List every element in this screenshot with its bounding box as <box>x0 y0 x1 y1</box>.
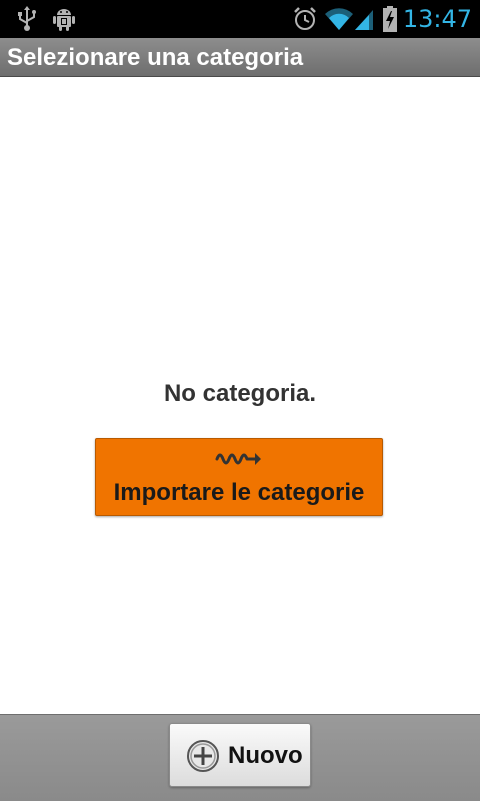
status-time: 13:47 <box>402 5 472 33</box>
import-wave-arrow-icon <box>215 453 261 465</box>
add-circle-icon <box>187 740 219 772</box>
android-debug-icon <box>50 0 78 38</box>
new-button-label: Nuovo <box>228 742 303 769</box>
new-button[interactable]: Nuovo <box>169 723 311 787</box>
status-bar: 13:47 <box>0 0 480 38</box>
wifi-icon <box>324 0 354 38</box>
page-title: Selezionare una categoria <box>7 44 304 71</box>
empty-state-message: No categoria. <box>163 380 317 407</box>
import-button-label: Importare le categorie <box>113 479 365 506</box>
signal-icon <box>352 0 376 38</box>
title-bar: Selezionare una categoria <box>0 38 480 77</box>
bottom-bar: Nuovo <box>0 714 480 801</box>
battery-charging-icon <box>380 0 400 38</box>
alarm-icon <box>291 0 319 38</box>
import-categories-button[interactable]: Importare le categorie <box>95 438 383 516</box>
usb-icon <box>14 0 40 38</box>
